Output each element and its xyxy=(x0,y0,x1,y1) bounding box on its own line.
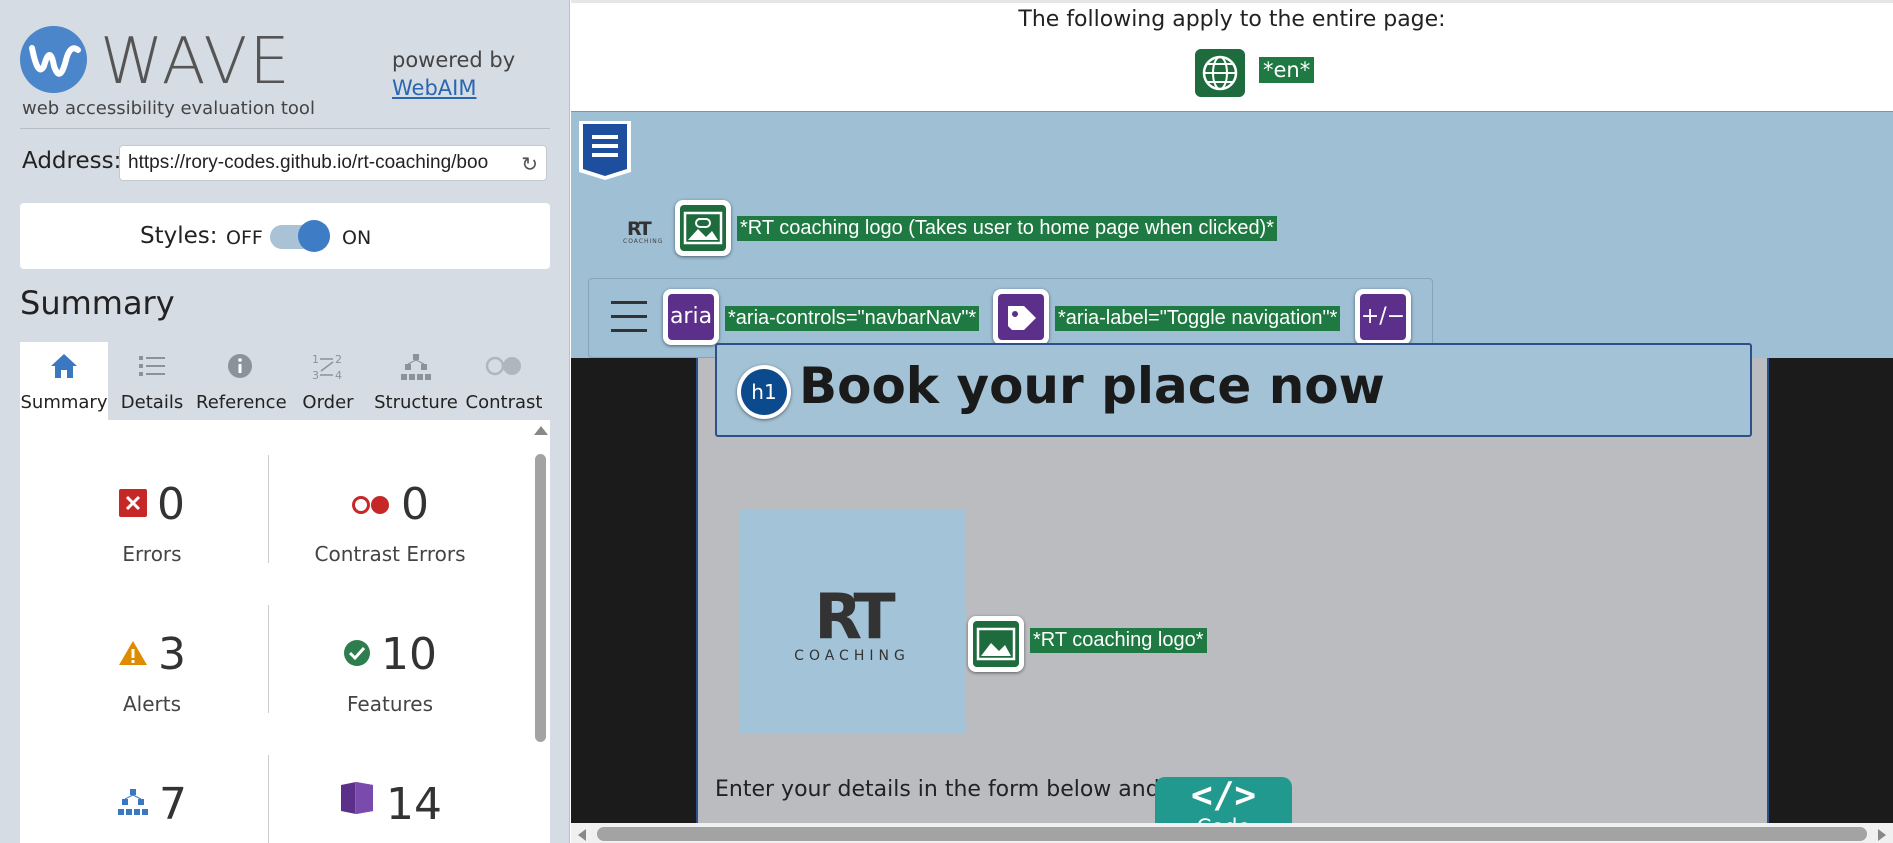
code-icon: </> xyxy=(1190,775,1257,816)
errors-label: Errors xyxy=(122,542,182,566)
address-value[interactable]: https://rory-codes.github.io/rt-coaching… xyxy=(128,152,508,174)
scrollbar-thumb[interactable] xyxy=(535,454,546,742)
reload-icon[interactable]: ↻ xyxy=(521,152,538,176)
wave-logo-text: WAVE xyxy=(100,25,292,99)
image-alt-text-tag: *RT coaching logo* xyxy=(1030,628,1207,653)
scroll-left-arrow-icon[interactable] xyxy=(578,829,586,841)
home-icon xyxy=(20,352,108,387)
contrast-error-icon xyxy=(351,478,391,528)
aria-expanded-badge[interactable]: +/− xyxy=(1355,289,1411,345)
error-icon xyxy=(119,478,147,528)
stat-errors[interactable]: 0 Errors xyxy=(32,480,272,566)
panel-tabs: Summary Details Reference 1 2 3 4 Order Str… xyxy=(20,342,550,420)
svg-text:3: 3 xyxy=(312,369,319,382)
aria-badge[interactable]: aria xyxy=(663,289,719,345)
contrast-icon xyxy=(460,352,548,387)
panel-scrollbar[interactable] xyxy=(532,426,548,843)
wave-sidebar: WAVE web accessibility evaluation tool p… xyxy=(0,0,570,843)
aria-controls-tag: *aria-controls="navbarNav"* xyxy=(725,306,980,331)
page-preview: The following apply to the entire page: … xyxy=(571,0,1893,843)
powered-by-text: powered by xyxy=(392,48,516,72)
errors-count: 0 xyxy=(157,479,185,530)
scroll-up-arrow-icon[interactable] xyxy=(534,426,548,435)
page-level-notice: The following apply to the entire page: xyxy=(1018,7,1446,32)
aria-badge-label: aria xyxy=(669,304,713,329)
stat-structure[interactable]: 7 xyxy=(32,780,272,832)
structure-icon xyxy=(117,778,149,828)
h1-badge-label: h1 xyxy=(741,369,787,415)
page-heading: Book your place now xyxy=(799,357,1385,415)
stat-features[interactable]: 10 Features xyxy=(270,630,510,716)
aria-cube-icon xyxy=(338,778,376,828)
logo-sub-text: COACHING xyxy=(794,648,910,664)
svg-text:2: 2 xyxy=(335,353,342,366)
order-icon: 1 2 3 4 xyxy=(284,352,372,389)
alert-icon xyxy=(118,628,148,678)
alerts-count: 3 xyxy=(158,629,186,680)
aria-expanded-label: +/− xyxy=(1360,304,1406,329)
css-document-icon[interactable] xyxy=(575,118,635,186)
rt-coaching-logo-image: RT COACHING xyxy=(739,510,965,733)
stat-alerts[interactable]: 3 Alerts xyxy=(32,630,272,716)
feature-check-icon xyxy=(343,628,371,678)
language-globe-icon[interactable] xyxy=(1195,49,1245,97)
summary-heading: Summary xyxy=(20,284,175,322)
address-input[interactable]: https://rory-codes.github.io/rt-coaching… xyxy=(119,145,547,181)
tab-label: Summary xyxy=(20,392,108,413)
tab-label: Order xyxy=(302,392,354,413)
tab-structure[interactable]: Structure xyxy=(372,342,460,420)
summary-panel: 0 Errors 0 Contrast Errors 3 Alerts 10 F… xyxy=(20,420,550,843)
rt-logo-small[interactable]: RT COACHING xyxy=(617,215,665,245)
tab-contrast[interactable]: Contrast xyxy=(460,342,548,420)
image-alt-badge[interactable] xyxy=(968,616,1024,672)
aria-count: 14 xyxy=(386,779,442,830)
list-icon xyxy=(108,352,196,387)
info-icon xyxy=(196,352,284,387)
h1-badge[interactable]: h1 xyxy=(737,365,791,419)
contrast-errors-label: Contrast Errors xyxy=(314,542,466,566)
address-label: Address: xyxy=(22,148,122,174)
wave-window: WAVE web accessibility evaluation tool p… xyxy=(0,0,1893,843)
language-tag: *en* xyxy=(1259,57,1315,83)
styles-off-label: OFF xyxy=(226,227,263,249)
horizontal-scrollbar-thumb[interactable] xyxy=(597,827,1867,841)
tab-order[interactable]: 1 2 3 4 Order xyxy=(284,342,372,420)
tab-details[interactable]: Details xyxy=(108,342,196,420)
styles-toggle-panel: Styles: OFF ON xyxy=(20,203,550,269)
svg-text:1: 1 xyxy=(312,353,319,366)
tab-label: Contrast xyxy=(465,392,543,413)
tab-label: Reference xyxy=(196,392,287,413)
linked-image-badge[interactable] xyxy=(675,200,731,256)
divider xyxy=(20,128,550,129)
tab-label: Details xyxy=(120,392,184,413)
scroll-right-arrow-icon[interactable] xyxy=(1878,829,1886,841)
aria-label-tag: *aria-label="Toggle navigation"* xyxy=(1055,306,1341,331)
stat-contrast-errors[interactable]: 0 Contrast Errors xyxy=(270,478,510,567)
link-alt-text-tag: *RT coaching logo (Takes user to home pa… xyxy=(737,216,1278,241)
logo-rt-text: RT xyxy=(814,580,895,653)
tab-label: Structure xyxy=(374,392,458,413)
aria-label-badge[interactable] xyxy=(993,289,1049,345)
features-label: Features xyxy=(347,692,433,716)
structure-count: 7 xyxy=(159,779,187,830)
svg-text:RT: RT xyxy=(627,218,652,240)
features-count: 10 xyxy=(381,629,437,680)
tag-icon xyxy=(1008,306,1036,330)
hamburger-menu-icon[interactable] xyxy=(611,301,647,333)
styles-toggle-knob[interactable] xyxy=(298,220,330,252)
wave-logo-icon[interactable] xyxy=(20,26,87,93)
wave-tagline: web accessibility evaluation tool xyxy=(22,98,315,119)
stat-aria[interactable]: 14 xyxy=(270,780,510,832)
styles-on-label: ON xyxy=(342,227,372,249)
contrast-errors-count: 0 xyxy=(401,479,429,530)
alerts-label: Alerts xyxy=(122,692,182,716)
horizontal-scrollbar[interactable] xyxy=(571,823,1893,843)
svg-text:4: 4 xyxy=(335,369,342,382)
structure-icon xyxy=(372,352,460,389)
styles-label: Styles: xyxy=(140,223,218,249)
webaim-link[interactable]: WebAIM xyxy=(392,76,476,100)
tab-reference[interactable]: Reference xyxy=(196,342,287,420)
tab-summary[interactable]: Summary xyxy=(20,342,108,420)
svg-text:COACHING: COACHING xyxy=(623,238,663,245)
